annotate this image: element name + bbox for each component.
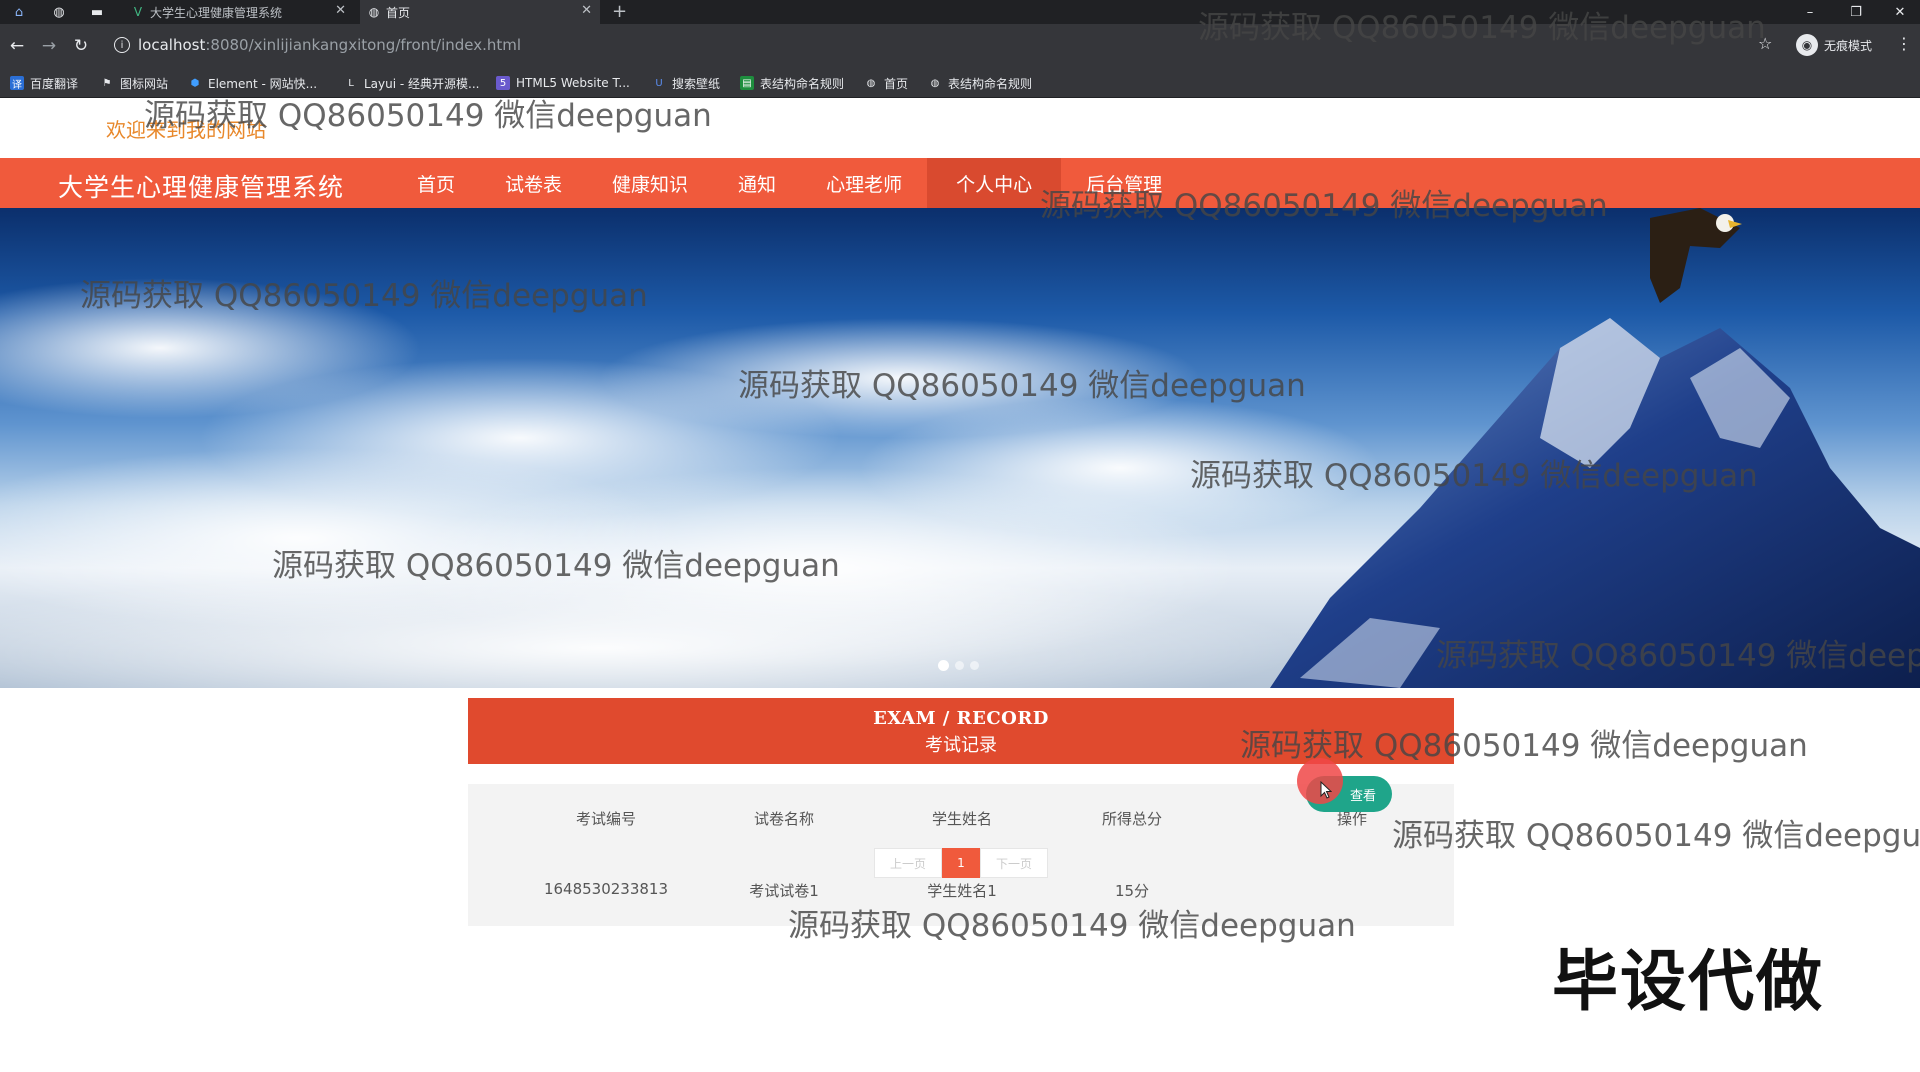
page-1-button[interactable]: 1 [942,848,980,878]
section-title-zh: 考试记录 [925,735,997,756]
window-icon[interactable]: ▬ [88,3,106,21]
back-arrow-icon[interactable]: ← [4,33,30,59]
browser-tab-strip: ⌂ ◍ ▬ V 大学生心理健康管理系统 ✕ ◍ 首页 ✕ + – ❐ ✕ [0,0,1920,24]
bookmark-item[interactable]: ◍ 表结构命名规则 [928,74,1032,92]
nav-personal-center[interactable]: 个人中心 [927,158,1062,208]
close-tab-icon[interactable]: ✕ [335,3,346,18]
bookmark-item[interactable]: L Layui - 经典开源模... [344,74,479,92]
globe-icon: ◍ [866,77,876,89]
close-tab-icon[interactable]: ✕ [581,3,592,18]
pagination: 上一页 1 下一页 [874,848,1048,878]
flag-icon: ⚑ [102,77,112,89]
welcome-text: 欢迎来到我的网站 [106,118,266,142]
bookmark-item[interactable]: ⬢ Element - 网站快... [188,74,317,92]
url-text: localhost:8080/xinlijiankangxitong/front… [138,36,521,54]
bookmark-label: 表结构命名规则 [948,76,1033,91]
wallpaper-icon: U [655,77,663,89]
bookmark-label: Layui - 经典开源模... [364,76,480,91]
bookmark-label: 首页 [884,76,909,91]
bookmark-item[interactable]: ◍ 首页 [864,74,908,92]
bookmark-star-icon[interactable]: ☆ [1758,34,1772,53]
bookmark-item[interactable]: ▤ 表结构命名规则 [740,74,844,92]
bookmark-item[interactable]: ⚑ 图标网站 [100,74,169,92]
bookmark-item[interactable]: 5 HTML5 Website T... [496,74,630,92]
cell-exam-id: 1648530233813 [543,880,669,898]
close-window-icon[interactable]: ✕ [1880,0,1920,24]
bookmark-item[interactable]: 译百度翻译 [10,74,78,92]
section-title-en: EXAM / RECORD [873,708,1049,729]
bookmark-label: Element - 网站快... [208,76,318,91]
reload-icon[interactable]: ↻ [68,33,94,59]
eagle-graphic [1650,208,1742,303]
mouse-cursor-icon [1320,781,1332,799]
url-path: :8080/xinlijiankangxitong/front/index.ht… [205,36,522,54]
page-viewport: 欢迎来到我的网站 大学生心理健康管理系统 首页 试卷表 健康知识 通知 心理老师… [0,98,1920,1072]
incognito-label: 无痕模式 [1824,38,1873,53]
forward-arrow-icon[interactable]: → [36,33,62,59]
prev-page-button[interactable]: 上一页 [874,848,942,878]
new-tab-button[interactable]: + [612,0,627,24]
url-host: localhost [138,36,206,54]
globe-icon[interactable]: ◍ [50,3,68,21]
main-navigation: 大学生心理健康管理系统 首页 试卷表 健康知识 通知 心理老师 个人中心 后台管… [0,158,1920,208]
cell-score: 15分 [1114,882,1150,900]
tab-search-icon[interactable]: ⌂ [10,3,28,21]
translate-icon: 译 [10,76,24,91]
exam-record-header: EXAM / RECORD 考试记录 [468,698,1454,764]
bookmark-label: 搜索壁纸 [672,76,721,91]
bookmark-label: 表结构命名规则 [760,76,845,91]
globe-icon: ◍ [368,5,380,19]
view-button-label: 查看 [1349,788,1376,804]
address-bar: ← → ↻ i localhost:8080/xinlijiankangxito… [0,24,1920,68]
nav-links: 首页 试卷表 健康知识 通知 心理老师 个人中心 后台管理 [392,158,1187,208]
nav-notices[interactable]: 通知 [713,158,801,208]
html5-icon: 5 [496,76,510,90]
nav-psych-teachers[interactable]: 心理老师 [801,158,927,208]
bookmarks-bar: 译百度翻译 ⚑ 图标网站 ⬢ Element - 网站快... L Layui - 经… [0,68,1920,98]
col-header-paper-name: 试卷名称 [753,810,814,828]
globe-icon: ◍ [930,77,940,89]
col-header-score: 所得总分 [1101,810,1162,828]
next-page-button[interactable]: 下一页 [980,848,1048,878]
incognito-indicator[interactable]: ◉ 无痕模式 [1796,32,1872,58]
tab-title: 大学生心理健康管理系统 [150,5,283,20]
bookmark-label: HTML5 Website T... [516,76,630,90]
tab-home[interactable]: ◍ 首页 ✕ [360,0,600,24]
url-input[interactable]: i localhost:8080/xinlijiankangxitong/fro… [104,30,1784,62]
nav-health-knowledge[interactable]: 健康知识 [587,158,713,208]
nav-home[interactable]: 首页 [392,158,480,208]
minimize-icon[interactable]: – [1790,0,1830,24]
site-info-icon[interactable]: i [114,37,130,53]
col-header-exam-id: 考试编号 [575,810,636,828]
nav-exam-papers[interactable]: 试卷表 [480,158,587,208]
carousel-dot[interactable] [938,660,949,671]
service-stamp-text: 毕设代做 [1552,943,1824,1020]
tab-system-admin[interactable]: V 大学生心理健康管理系统 ✕ [124,0,354,24]
nav-admin[interactable]: 后台管理 [1061,158,1187,208]
cell-student-name: 学生姓名1 [927,882,997,900]
site-brand[interactable]: 大学生心理健康管理系统 [58,168,344,204]
restore-icon[interactable]: ❐ [1836,0,1876,24]
bookmark-label: 图标网站 [120,76,169,91]
tab-title: 首页 [386,5,411,20]
bookmark-item[interactable]: U 搜索壁纸 [652,74,720,92]
incognito-icon: ◉ [1796,34,1818,56]
carousel-dot[interactable] [970,661,979,670]
carousel-indicators [938,660,979,671]
menu-kebab-icon[interactable]: ⋮ [1896,34,1912,53]
bookmark-label: 百度翻译 [30,76,79,91]
cell-paper-name: 考试试卷1 [749,882,819,900]
element-logo-icon: ⬢ [190,77,200,89]
carousel-banner[interactable] [0,208,1920,688]
sheet-icon: ▤ [740,76,754,90]
layui-logo-icon: L [348,77,354,89]
carousel-dot[interactable] [955,661,964,670]
col-header-student-name: 学生姓名 [931,810,992,828]
banner-image [0,208,1920,688]
vue-logo-icon: V [133,5,143,19]
